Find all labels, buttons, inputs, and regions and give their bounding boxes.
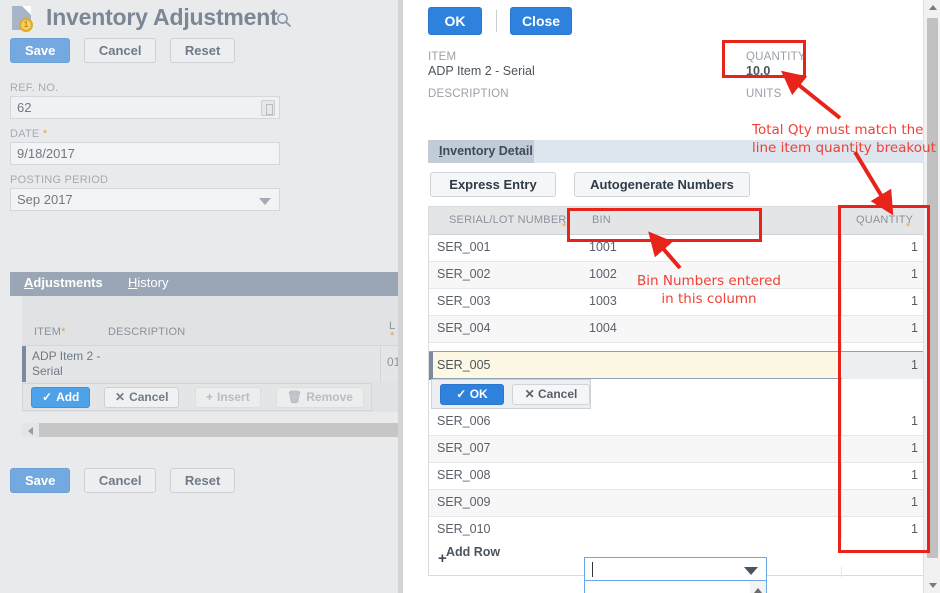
annotation-arrows bbox=[648, 70, 894, 270]
